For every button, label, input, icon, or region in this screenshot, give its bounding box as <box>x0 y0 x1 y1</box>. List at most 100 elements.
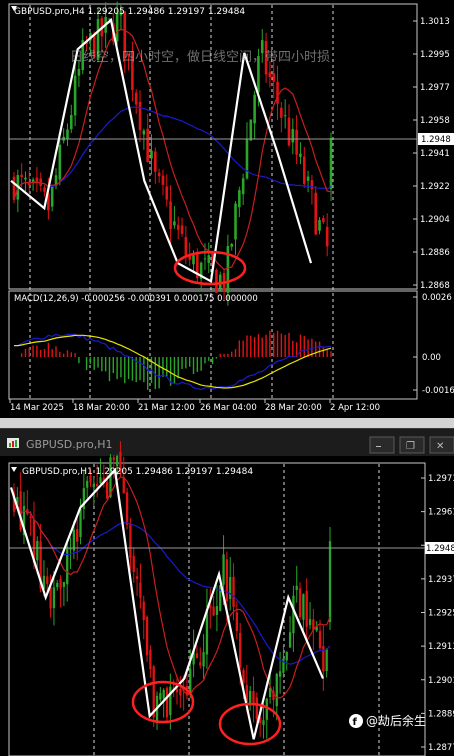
candle-body <box>306 176 310 181</box>
price-tick-label: 1.2937 <box>428 575 454 585</box>
candle-body <box>225 559 229 602</box>
price-tick-label: 1.2901 <box>428 676 454 686</box>
chart-scene: GBPUSD.pro,H4 1.29205 1.29486 1.29197 1.… <box>0 0 454 756</box>
candle-body <box>262 720 265 725</box>
candle-body <box>288 632 292 648</box>
top-current-price-label: 1.2948 <box>421 135 451 145</box>
candle-body <box>135 576 139 579</box>
candle-body <box>180 225 184 234</box>
candle-body <box>52 587 56 609</box>
price-tick-label: 1.2973 <box>428 474 454 484</box>
close-button[interactable]: ✕ <box>429 436 454 454</box>
price-tick-label: 1.2961 <box>428 508 454 518</box>
candle-body <box>318 220 321 231</box>
candle-body <box>218 274 222 289</box>
candle-body <box>56 582 59 588</box>
candle-body <box>280 107 283 118</box>
candle-body <box>139 582 142 598</box>
candle-body <box>76 529 79 542</box>
candle-body <box>189 669 192 695</box>
candle-body <box>234 203 237 240</box>
bottom-header-dropdown-icon[interactable] <box>11 467 17 472</box>
candle-body <box>154 151 157 172</box>
candle-body <box>132 555 135 572</box>
bottom-chart-header: GBPUSD.pro,H1 1.29205 1.29486 1.29197 1.… <box>22 467 253 477</box>
candle-body <box>149 649 152 670</box>
watermark-text: @劫后余生 <box>366 713 426 728</box>
bottom-candles <box>12 441 332 739</box>
candle-body <box>77 69 81 76</box>
candle-body <box>241 178 245 195</box>
time-tick-label: 14 Mar 2025 <box>10 403 64 413</box>
candle-body <box>46 576 49 584</box>
candle-body <box>249 119 253 141</box>
restore-button[interactable]: ❐ <box>399 436 425 454</box>
candle-body <box>49 586 52 609</box>
candle-body <box>207 255 211 263</box>
bottom-current-price-label: 1.2948 <box>426 544 454 554</box>
candle-body <box>310 180 314 190</box>
candle-body <box>285 651 288 661</box>
candle-body <box>215 606 219 615</box>
price-tick-label: 1.2922 <box>420 182 450 192</box>
candle-body <box>239 632 242 668</box>
candle-body <box>169 201 172 229</box>
candle-body <box>253 94 256 124</box>
price-tick-label: 1.2886 <box>420 248 450 258</box>
candle-body <box>202 652 205 667</box>
candle-body <box>24 177 27 180</box>
close-icon: ✕ <box>436 441 444 452</box>
candle-body <box>157 172 161 177</box>
candle-body <box>278 671 282 677</box>
price-tick-label: 1.2913 <box>428 642 454 652</box>
macd-tick-label: 0.0026 <box>422 293 452 303</box>
candle-body <box>314 192 318 235</box>
candle-body <box>184 237 188 256</box>
candle-body <box>329 138 333 190</box>
candle-body <box>176 224 180 230</box>
candle-body <box>125 492 129 525</box>
macd-tick-label: -0.0016 <box>422 386 454 396</box>
candle-body <box>59 578 62 589</box>
candle-body <box>242 669 245 684</box>
candle-body <box>36 540 39 561</box>
time-tick-label: 21 Mar 12:00 <box>138 403 195 413</box>
candle-body <box>295 129 298 155</box>
minimize-button[interactable]: ⎯ <box>369 436 395 454</box>
bottom-window: GBPUSD.pro,H1 ⎯ ❐ ✕ GBPUSD.pro,H1 1.2920… <box>0 428 454 756</box>
price-tick-label: 1.2877 <box>428 743 454 753</box>
candle-body <box>298 588 302 618</box>
minimize-icon: ⎯ <box>376 441 381 452</box>
candle-body <box>92 483 95 488</box>
candle-body <box>150 150 153 159</box>
candle-body <box>20 174 23 178</box>
candle-body <box>69 115 73 130</box>
candle-body <box>122 477 125 494</box>
candle-body <box>229 576 232 600</box>
candle-body <box>322 218 325 223</box>
candle-body <box>159 692 162 700</box>
restore-icon: ❐ <box>406 441 415 452</box>
candle-body <box>302 594 305 620</box>
candle-body <box>142 130 146 135</box>
window-gap <box>0 418 454 428</box>
candle-body <box>179 689 182 696</box>
time-tick-label: 2 Apr 12:00 <box>330 403 380 413</box>
candle-body <box>79 509 82 538</box>
candle-body <box>173 221 176 226</box>
candle-body <box>129 523 132 558</box>
candle-body <box>112 457 115 461</box>
candle-body <box>268 72 272 77</box>
candle-body <box>86 480 89 488</box>
candle-body <box>96 483 99 487</box>
candle-body <box>161 175 165 185</box>
candle-body <box>115 12 119 42</box>
candle-body <box>302 156 306 184</box>
candle-body <box>232 576 235 607</box>
macd-tick-label: 0.00 <box>422 353 441 363</box>
candle-body <box>66 129 69 139</box>
candle-body <box>50 186 54 207</box>
candle-body <box>203 258 207 260</box>
candle-body <box>72 529 76 551</box>
candle-body <box>308 619 312 625</box>
